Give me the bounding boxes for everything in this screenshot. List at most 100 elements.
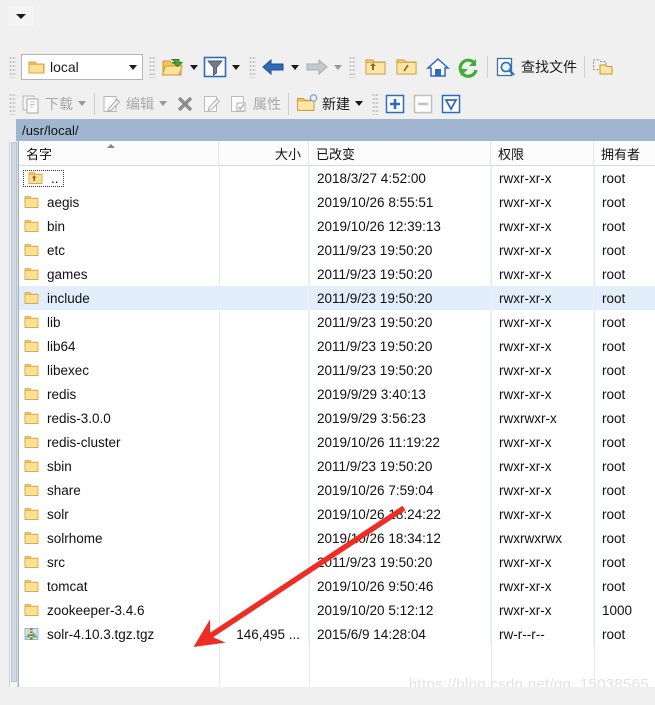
- table-row[interactable]: tomcat 2019/10/26 9:50:46 rwxr-xr-x root: [19, 574, 655, 598]
- delete-button[interactable]: [173, 90, 197, 118]
- cell-name: solr-4.10.3.tgz.tgz: [19, 622, 219, 646]
- cell-owner: root: [602, 386, 626, 402]
- filter-button[interactable]: [201, 53, 229, 81]
- forward-button[interactable]: [302, 53, 331, 81]
- magnifier-document-icon: [495, 57, 517, 77]
- select-filter-button[interactable]: [438, 90, 464, 118]
- home-directory-button[interactable]: [424, 53, 452, 81]
- triangle-down-box-icon: [440, 94, 462, 114]
- folder-icon: [24, 411, 40, 425]
- root-directory-button[interactable]: [393, 53, 421, 81]
- toolbar-separator: [487, 56, 488, 78]
- file-name-wrapper: lib64: [24, 339, 76, 354]
- cell-name: aegis: [19, 190, 219, 214]
- file-name-wrapper: redis-cluster: [24, 435, 121, 450]
- edit-caret-icon[interactable]: [156, 92, 170, 116]
- toolbar-grip[interactable]: [249, 56, 256, 78]
- cell-name: redis-cluster: [19, 430, 219, 454]
- remove-button[interactable]: [410, 90, 436, 118]
- table-row[interactable]: src 2011/9/23 19:50:20 rwxr-xr-x root: [19, 550, 655, 574]
- toolbar-grip[interactable]: [9, 56, 16, 78]
- parent-directory-button[interactable]: [362, 53, 390, 81]
- table-row[interactable]: lib 2011/9/23 19:50:20 rwxr-xr-x root: [19, 310, 655, 334]
- filter-caret-icon[interactable]: [229, 55, 243, 79]
- table-row[interactable]: lib64 2011/9/23 19:50:20 rwxr-xr-x root: [19, 334, 655, 358]
- table-row[interactable]: solr 2019/10/26 18:24:22 rwxr-xr-x root: [19, 502, 655, 526]
- cell-date: 2011/9/23 19:50:20: [309, 358, 491, 382]
- table-row[interactable]: share 2019/10/26 7:59:04 rwxr-xr-x root: [19, 478, 655, 502]
- table-row[interactable]: solr-4.10.3.tgz.tgz 146,495 ... 2015/6/9 1…: [19, 622, 655, 646]
- table-row[interactable]: zookeeper-3.4.6 2019/10/20 5:12:12 rwxr-xr…: [19, 598, 655, 622]
- table-row[interactable]: libexec 2011/9/23 19:50:20 rwxr-xr-x root: [19, 358, 655, 382]
- table-row[interactable]: redis-3.0.0 2019/9/29 3:56:23 rwxrwxr-x roo…: [19, 406, 655, 430]
- file-name-wrapper: solrhome: [24, 531, 103, 546]
- file-name-wrapper: games: [24, 267, 88, 282]
- cell-owner: root: [602, 362, 626, 378]
- cell-owner: root: [602, 554, 626, 570]
- file-name-label: lib: [47, 314, 61, 330]
- table-row[interactable]: include 2011/9/23 19:50:20 rwxr-xr-x root: [19, 286, 655, 310]
- cell-owner: root: [602, 506, 626, 522]
- toolbar-grip[interactable]: [372, 92, 379, 115]
- cell-date: 2011/9/23 19:50:20: [309, 334, 491, 358]
- cell-permissions: rwxr-xr-x: [491, 358, 594, 382]
- table-row[interactable]: redis-cluster 2019/10/26 11:19:22 rwxr-xr-…: [19, 430, 655, 454]
- table-row[interactable]: redis 2019/9/29 3:40:13 rwxr-xr-x root: [19, 382, 655, 406]
- toolbar-grip[interactable]: [349, 56, 356, 78]
- cell-name: bin: [19, 214, 219, 238]
- cell-date: 2011/9/23 19:50:20: [309, 310, 491, 334]
- chevron-down-icon[interactable]: [8, 6, 34, 26]
- table-row[interactable]: games 2011/9/23 19:50:20 rwxr-xr-x root: [19, 262, 655, 286]
- new-button[interactable]: 新建: [294, 90, 352, 118]
- table-row[interactable]: sbin 2011/9/23 19:50:20 rwxr-xr-x root: [19, 454, 655, 478]
- arrow-right-gray-icon: [304, 58, 329, 76]
- file-name-label: ..: [51, 170, 59, 186]
- open-directory-button[interactable]: [159, 53, 187, 81]
- cell-owner: root: [602, 626, 626, 642]
- new-caret-icon[interactable]: [352, 92, 366, 116]
- find-files-label: 查找文件: [521, 59, 577, 75]
- cell-owner: root: [602, 314, 626, 330]
- cell-owner: root: [602, 266, 626, 282]
- open-directory-caret-icon[interactable]: [187, 55, 201, 79]
- toolbar-grip[interactable]: [9, 92, 16, 115]
- table-row[interactable]: aegis 2019/10/26 8:55:51 rwxr-xr-x root: [19, 190, 655, 214]
- refresh-button[interactable]: [455, 53, 482, 81]
- download-button[interactable]: 下载: [19, 90, 75, 118]
- table-row[interactable]: .. 2018/3/27 4:52:00 rwxr-xr-x root: [19, 166, 655, 190]
- column-header-permissions[interactable]: 权限: [491, 141, 594, 166]
- download-caret-icon[interactable]: [75, 92, 89, 116]
- toolbar-separator: [584, 56, 585, 78]
- add-button[interactable]: [382, 90, 408, 118]
- properties-button[interactable]: 属性: [227, 90, 283, 118]
- cell-date: 2019/10/26 18:34:12: [309, 526, 491, 550]
- vertical-scrollbar-thumb[interactable]: [11, 142, 17, 682]
- column-header-owner[interactable]: 拥有者: [594, 141, 655, 166]
- toolbar-grip[interactable]: [149, 56, 156, 78]
- table-row[interactable]: solrhome 2019/10/26 18:34:12 rwxrwxrwx root: [19, 526, 655, 550]
- folder-compare-button[interactable]: [590, 53, 616, 81]
- edit-button[interactable]: 编辑: [100, 90, 156, 118]
- column-header-date[interactable]: 已改变: [309, 141, 491, 166]
- cell-size: [219, 262, 309, 286]
- column-header-size[interactable]: 大小: [219, 141, 309, 166]
- back-button[interactable]: [259, 53, 288, 81]
- rename-button[interactable]: [200, 90, 224, 118]
- column-header-name[interactable]: 名字: [19, 141, 219, 166]
- file-name-label: share: [47, 482, 81, 498]
- file-name-label: solr-4.10.3.tgz.tgz: [47, 626, 155, 642]
- find-files-button[interactable]: 查找文件: [493, 53, 579, 81]
- table-row[interactable]: bin 2019/10/26 12:39:13 rwxr-xr-x root: [19, 214, 655, 238]
- table-row[interactable]: etc 2011/9/23 19:50:20 rwxr-xr-x root: [19, 238, 655, 262]
- file-name-wrapper: tomcat: [24, 579, 88, 594]
- folder-icon: [24, 315, 40, 329]
- file-name-wrapper: share: [24, 483, 81, 498]
- path-combo-box[interactable]: local: [21, 54, 143, 80]
- file-name-label: sbin: [47, 458, 72, 474]
- path-bar[interactable]: /usr/local/: [0, 119, 655, 141]
- forward-caret-icon[interactable]: [331, 55, 345, 79]
- chevron-down-icon[interactable]: [124, 54, 142, 80]
- rename-icon: [202, 94, 222, 114]
- back-caret-icon[interactable]: [288, 55, 302, 79]
- cell-date: 2019/10/26 11:19:22: [309, 430, 491, 454]
